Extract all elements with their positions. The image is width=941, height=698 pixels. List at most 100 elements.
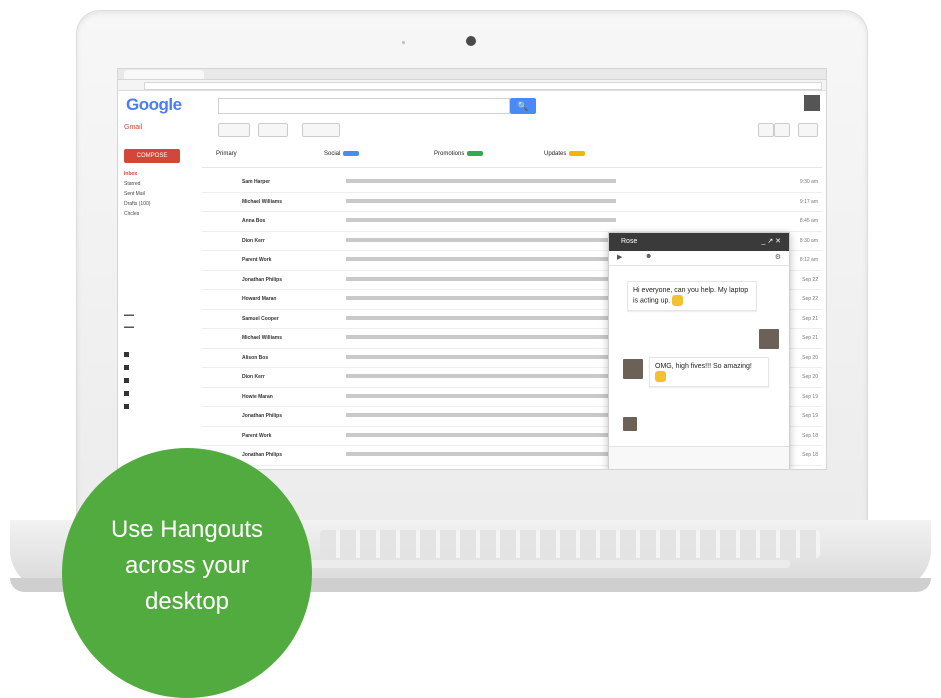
search-input[interactable] bbox=[218, 98, 510, 114]
message-sender: Jonathan Philips bbox=[242, 413, 283, 419]
select-button[interactable] bbox=[218, 123, 250, 137]
mail-toolbar: Gmail bbox=[118, 123, 826, 137]
message-sender: Howie Maran bbox=[242, 393, 273, 400]
message-sender: Michael Williams bbox=[242, 198, 282, 205]
message-sender: Jonathan Philips bbox=[242, 276, 283, 283]
message-subject bbox=[346, 276, 616, 281]
message-sender: Alison Bos bbox=[242, 354, 269, 361]
promo-line-1: Use Hangouts bbox=[110, 516, 264, 543]
social-badge bbox=[343, 151, 360, 156]
nav-drafts[interactable]: Drafts (100) bbox=[124, 199, 150, 209]
nav-inbox[interactable]: Inbox bbox=[124, 169, 150, 179]
prev-page-button[interactable] bbox=[758, 123, 774, 137]
message-subject bbox=[346, 257, 616, 261]
next-page-button[interactable] bbox=[774, 123, 790, 137]
microphone-dot bbox=[402, 41, 405, 44]
hangouts-contact-list bbox=[124, 349, 132, 414]
contact-avatar bbox=[623, 417, 637, 431]
settings-gear-icon[interactable]: ⚙ bbox=[775, 253, 781, 261]
avatar[interactable] bbox=[804, 95, 820, 111]
message-sender: Michael Williams bbox=[242, 335, 282, 341]
compose-button[interactable]: COMPOSE bbox=[124, 149, 180, 163]
camera-icon bbox=[466, 36, 476, 46]
nav-circles[interactable]: Circles bbox=[124, 209, 150, 219]
tab-updates[interactable]: Updates bbox=[544, 151, 586, 158]
message-sender: Howard Maran bbox=[242, 296, 277, 302]
window-controls-icon[interactable]: _ ↗ ✕ bbox=[761, 233, 781, 251]
more-button[interactable] bbox=[302, 123, 340, 137]
browser-tabbar bbox=[118, 69, 826, 80]
hangout-toolbar: ▶ ☻ ⚙ bbox=[609, 251, 789, 266]
browser-addressbar bbox=[118, 80, 826, 91]
message-date: Sep 20 bbox=[802, 374, 818, 380]
contact-avatar bbox=[124, 365, 129, 371]
sender-avatar bbox=[759, 329, 779, 349]
inbox-categories: Primary Social Promotions Updates bbox=[202, 147, 822, 168]
contact-item[interactable] bbox=[124, 349, 132, 362]
incoming-message-text: Hi everyone, can you help. My laptop is … bbox=[633, 287, 749, 305]
message-subject bbox=[346, 335, 616, 339]
contact-avatar bbox=[124, 404, 129, 410]
emoji-icon bbox=[672, 295, 684, 306]
promo-text: Use Hangouts across your desktop bbox=[62, 512, 312, 620]
message-subject bbox=[346, 296, 616, 300]
message-sender: Dion Kerr bbox=[242, 237, 265, 244]
contact-item[interactable] bbox=[124, 388, 132, 401]
tab-social[interactable]: Social bbox=[324, 151, 360, 157]
message-subject bbox=[346, 374, 616, 378]
nav-sent[interactable]: Sent Mail bbox=[124, 189, 150, 199]
table-row[interactable]: Michael Williams 9:17 am bbox=[202, 193, 822, 212]
hangout-contact-name: Rose bbox=[621, 238, 638, 245]
table-row[interactable]: Sam Harper 9:30 am bbox=[202, 173, 822, 193]
contact-item[interactable] bbox=[124, 401, 132, 414]
message-date: Sep 22 bbox=[802, 296, 818, 302]
gmail-header: Google 🔍 bbox=[118, 91, 826, 119]
message-sender: Dion Kerr bbox=[242, 374, 265, 380]
hangout-header[interactable]: Rose _ ↗ ✕ bbox=[609, 233, 789, 251]
outgoing-message-text: OMG, high fives!!! So amazing! bbox=[655, 363, 752, 370]
contact-avatar bbox=[124, 352, 129, 358]
google-logo: Google bbox=[126, 95, 182, 114]
url-field[interactable] bbox=[144, 82, 822, 90]
promo-line-2: across your bbox=[124, 552, 250, 579]
promo-line-3: desktop bbox=[144, 588, 230, 615]
hangout-chat-window: Rose _ ↗ ✕ ▶ ☻ ⚙ Hi everyone, can you he… bbox=[608, 232, 790, 469]
keyboard-row bbox=[230, 560, 790, 568]
nav-starred[interactable]: Starred bbox=[124, 179, 150, 189]
outgoing-message: OMG, high fives!!! So amazing! bbox=[649, 357, 769, 387]
message-date: 9:17 am bbox=[799, 198, 818, 205]
video-call-icon[interactable]: ▶ bbox=[617, 253, 622, 261]
settings-gear-icon[interactable] bbox=[798, 123, 818, 137]
message-sender: Parent Work bbox=[242, 257, 272, 263]
chat-message-input[interactable] bbox=[609, 446, 789, 469]
message-date: Sep 18 bbox=[802, 432, 818, 439]
tab-primary-label: Primary bbox=[216, 151, 237, 157]
label-item[interactable]: ▬▬ bbox=[124, 309, 134, 321]
tab-updates-label: Updates bbox=[544, 151, 567, 158]
promotions-badge bbox=[467, 151, 484, 156]
message-subject bbox=[346, 218, 616, 222]
search-icon[interactable]: 🔍 bbox=[510, 98, 536, 114]
message-subject bbox=[346, 179, 616, 183]
gmail-menu-label[interactable]: Gmail bbox=[124, 124, 142, 131]
message-date: 8:12 am bbox=[799, 257, 818, 263]
message-subject bbox=[346, 237, 616, 242]
message-subject bbox=[346, 393, 616, 398]
label-item[interactable]: ▬▬ bbox=[124, 321, 134, 333]
tab-promotions[interactable]: Promotions bbox=[434, 151, 484, 158]
browser-tab[interactable] bbox=[124, 70, 204, 79]
message-subject bbox=[346, 432, 616, 437]
add-person-icon[interactable]: ☻ bbox=[645, 253, 652, 260]
table-row[interactable]: Anna Bos 8:45 am bbox=[202, 212, 822, 232]
message-sender: Parent Work bbox=[242, 432, 272, 439]
contact-item[interactable] bbox=[124, 362, 132, 375]
refresh-button[interactable] bbox=[258, 123, 288, 137]
message-sender: Sam Harper bbox=[242, 179, 271, 185]
message-date: Sep 18 bbox=[802, 452, 818, 458]
tab-primary[interactable]: Primary bbox=[216, 151, 237, 157]
tab-promotions-label: Promotions bbox=[434, 151, 465, 158]
keyboard bbox=[320, 530, 820, 558]
contact-avatar bbox=[623, 359, 643, 379]
message-date: 9:30 am bbox=[799, 179, 818, 185]
contact-item[interactable] bbox=[124, 375, 132, 388]
